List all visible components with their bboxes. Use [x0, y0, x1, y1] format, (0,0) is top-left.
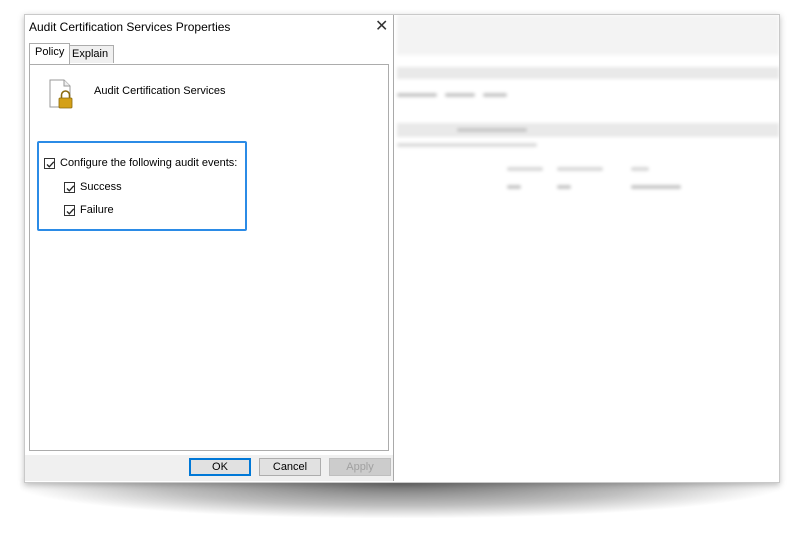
- success-label: Success: [80, 181, 122, 193]
- close-icon[interactable]: ✕: [375, 18, 388, 36]
- cancel-button[interactable]: Cancel: [259, 458, 321, 476]
- checkmark-icon: [66, 208, 75, 215]
- background-line: [631, 185, 681, 189]
- background-bar: [397, 123, 779, 137]
- failure-checkbox[interactable]: [64, 205, 75, 216]
- dialog-footer: OK Cancel Apply: [25, 455, 393, 481]
- policy-name: Audit Certification Services: [94, 85, 226, 97]
- apply-button[interactable]: Apply: [329, 458, 391, 476]
- properties-dialog: Audit Certification Services Properties …: [25, 15, 394, 481]
- background-line: [631, 167, 649, 171]
- configure-audit-label: Configure the following audit events:: [60, 157, 238, 169]
- background-line: [483, 93, 507, 97]
- background-console-blurred: [397, 15, 779, 482]
- checkmark-icon: [46, 161, 55, 168]
- background-bar: [397, 67, 779, 79]
- background-line: [507, 185, 521, 189]
- tab-strip: Policy Explain: [25, 43, 393, 65]
- background-line: [557, 167, 603, 171]
- ok-button[interactable]: OK: [189, 458, 251, 476]
- tab-policy[interactable]: Policy: [29, 43, 71, 64]
- background-line: [445, 93, 475, 97]
- tab-explain[interactable]: Explain: [66, 45, 115, 63]
- background-line: [557, 185, 571, 189]
- background-line: [397, 93, 437, 97]
- dialog-title: Audit Certification Services Properties: [29, 20, 231, 34]
- configure-audit-checkbox[interactable]: [44, 158, 55, 169]
- background-line: [397, 143, 537, 147]
- background-toolbar: [397, 15, 779, 55]
- failure-label: Failure: [80, 204, 114, 216]
- success-checkbox[interactable]: [64, 182, 75, 193]
- checkmark-icon: [66, 185, 75, 192]
- background-line: [507, 167, 543, 171]
- screen: Audit Certification Services Properties …: [24, 14, 780, 483]
- background-line: [457, 128, 527, 132]
- title-bar: Audit Certification Services Properties …: [25, 15, 393, 41]
- policy-tab-panel: Audit Certification Services Configure t…: [29, 64, 389, 451]
- document-lock-icon: [49, 79, 73, 109]
